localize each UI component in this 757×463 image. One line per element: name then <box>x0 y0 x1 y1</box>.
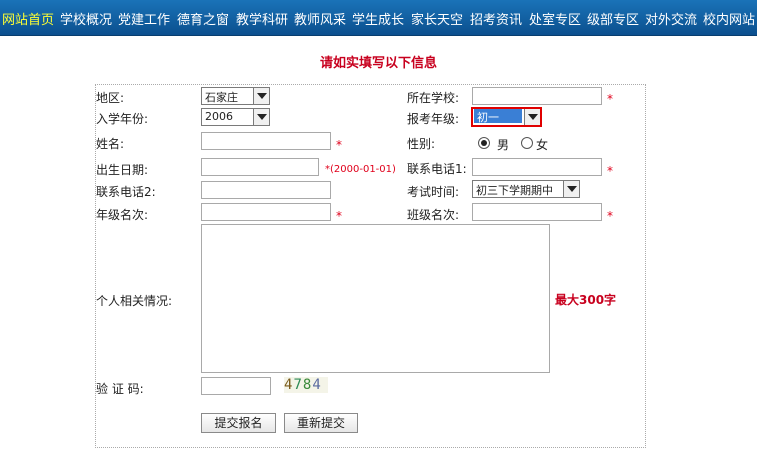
captcha-input[interactable] <box>201 377 271 395</box>
max-length-hint: 最大300字 <box>555 293 617 307</box>
phone2-label: 联系电话2: <box>96 185 156 199</box>
birth-input[interactable] <box>201 158 319 176</box>
phone1-input[interactable] <box>472 158 602 176</box>
nav-item-moral-education[interactable]: 德育之窗 <box>177 9 229 28</box>
personal-info-textarea[interactable] <box>201 224 550 373</box>
region-select-value: 石家庄 <box>205 91 238 104</box>
region-select[interactable]: 石家庄 <box>201 87 270 105</box>
gender-option-female: 女 <box>536 138 549 152</box>
entry-year-label: 入学年份: <box>96 112 149 126</box>
captcha-char: 4 <box>284 377 294 393</box>
name-label: 姓名: <box>96 137 125 151</box>
exam-time-select[interactable]: 初三下学期期中 <box>472 180 580 198</box>
entry-year-select-value: 2006 <box>205 110 233 123</box>
nav-item-teaching-research[interactable]: 教学科研 <box>236 9 288 28</box>
required-mark: * <box>336 209 342 223</box>
nav-item-school-overview[interactable]: 学校概况 <box>60 9 112 28</box>
school-label: 所在学校: <box>407 91 460 105</box>
gender-label: 性别: <box>407 137 436 151</box>
grade-label: 报考年级: <box>407 112 460 126</box>
class-rank-label: 班级名次: <box>407 208 460 222</box>
required-mark: * <box>336 138 342 152</box>
birth-format-hint: *(2000-01-01) <box>325 164 396 175</box>
exam-time-select-value: 初三下学期期中 <box>476 184 553 197</box>
nav-item-party-building[interactable]: 党建工作 <box>118 9 170 28</box>
gender-radio-male[interactable] <box>478 137 490 149</box>
captcha-label: 验 证 码: <box>96 382 144 396</box>
nav-item-external-exchange[interactable]: 对外交流 <box>645 9 697 28</box>
phone2-input[interactable] <box>201 181 331 199</box>
top-nav-bar: 网站首页 学校概况 党建工作 德育之窗 教学科研 教师风采 学生成长 家长天空 … <box>0 0 757 36</box>
entry-year-select[interactable]: 2006 <box>201 108 270 126</box>
exam-time-label: 考试时间: <box>407 185 460 199</box>
birth-label: 出生日期: <box>96 163 149 177</box>
class-rank-input[interactable] <box>472 203 602 221</box>
chevron-down-icon <box>253 109 269 125</box>
grade-select-value: 初一 <box>474 109 522 124</box>
required-mark: * <box>607 164 613 178</box>
captcha-char: 7 <box>293 377 303 393</box>
page-title: 请如实填写以下信息 <box>319 56 437 71</box>
region-label: 地区: <box>96 91 125 105</box>
chevron-down-icon <box>524 109 540 125</box>
captcha-char: 8 <box>302 377 313 393</box>
gender-option-male: 男 <box>497 138 510 152</box>
phone1-label: 联系电话1: <box>407 162 467 176</box>
chevron-down-icon <box>563 181 579 197</box>
personal-info-label: 个人相关情况: <box>96 294 173 308</box>
nav-item-parents[interactable]: 家长天空 <box>411 9 463 28</box>
captcha-char: 4 <box>312 377 322 393</box>
grade-select[interactable]: 初一 <box>471 107 542 127</box>
captcha-image[interactable]: 4784 <box>284 377 328 393</box>
nav-item-home[interactable]: 网站首页 <box>2 9 54 28</box>
nav-item-teachers[interactable]: 教师风采 <box>294 9 346 28</box>
nav-item-intranet[interactable]: 校内网站 <box>703 9 755 28</box>
nav-item-student-growth[interactable]: 学生成长 <box>352 9 404 28</box>
grade-rank-input[interactable] <box>201 203 331 221</box>
gender-radio-female[interactable] <box>521 137 533 149</box>
nav-item-grade-section[interactable]: 级部专区 <box>587 9 639 28</box>
name-input[interactable] <box>201 132 331 150</box>
grade-rank-label: 年级名次: <box>96 208 149 222</box>
required-mark: * <box>607 209 613 223</box>
chevron-down-icon <box>253 88 269 104</box>
nav-item-offices[interactable]: 处室专区 <box>529 9 581 28</box>
school-input[interactable] <box>472 87 602 105</box>
nav-item-admissions[interactable]: 招考资讯 <box>470 9 522 28</box>
reset-button[interactable]: 重新提交 <box>284 413 358 433</box>
required-mark: * <box>607 92 613 106</box>
submit-button[interactable]: 提交报名 <box>201 413 276 433</box>
